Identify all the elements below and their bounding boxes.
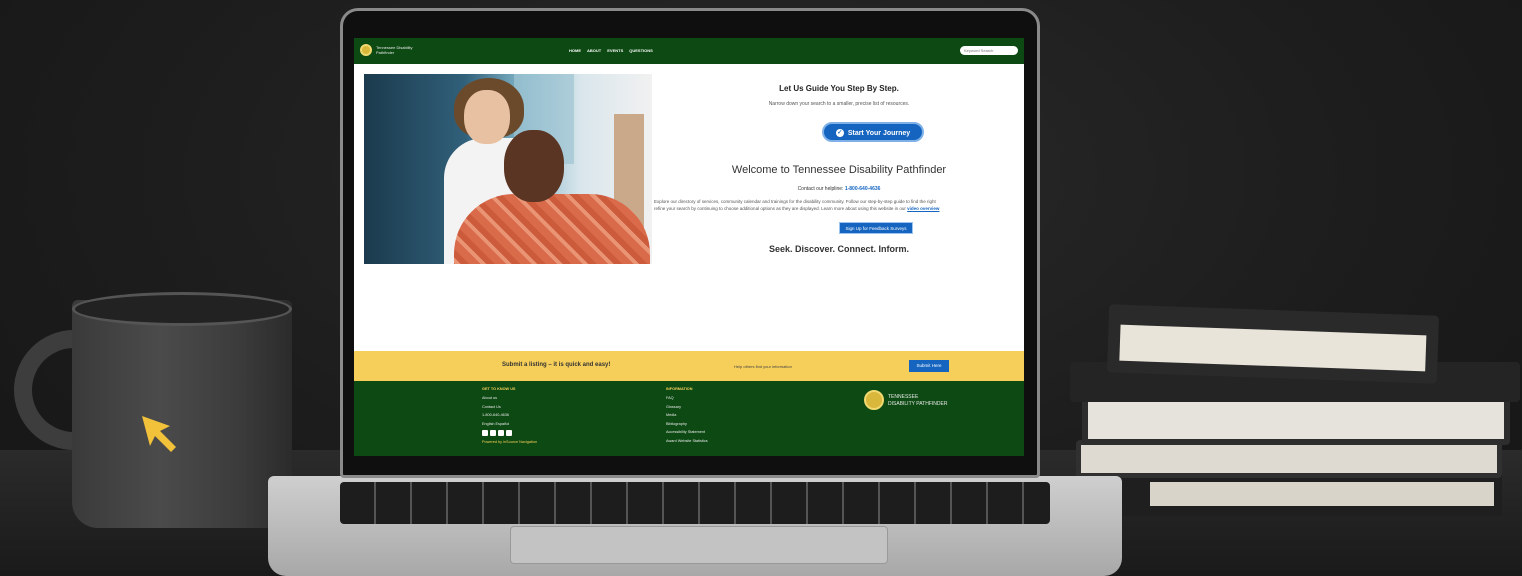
footer-link-contact[interactable]: Contact Us [482,403,537,412]
footer-phone[interactable]: 1-800-640-4636 [482,411,537,420]
laptop-trackpad [510,526,888,564]
book-top [1106,304,1440,384]
footer-logo-text: TENNESSEE DISABILITY PATHFINDER [888,394,947,408]
intro-line-1: Explore our directory of services, commu… [654,199,936,204]
laptop-keyboard [340,482,1050,524]
helpline-number[interactable]: 1-800-640-4636 [845,186,881,192]
submit-listing-band: Submit a listing – it is quick and easy!… [354,351,1024,381]
book-third [1082,395,1510,445]
desk-scene: Tennessee Disability Pathfinder HOME ABO… [0,0,1522,576]
footer-link-media[interactable]: Media [666,411,708,420]
footer-link-accessibility[interactable]: Accessibility Statement [666,428,708,437]
footer-col-info: INFORMATION FAQ Glossary Media Bibliogra… [666,387,708,445]
footer-link-glossary[interactable]: Glossary [666,403,708,412]
footer-link-about-us[interactable]: About us [482,394,537,403]
nav-questions[interactable]: QUESTIONS [629,48,653,53]
check-circle-icon: ✓ [835,129,844,138]
main-nav: HOME ABOUT EVENTS QUESTIONS [569,48,653,53]
submit-listing-help: Help others find your information [734,364,792,369]
footer-logo-line2: DISABILITY PATHFINDER [888,401,948,407]
submit-listing-cta: Submit a listing – it is quick and easy! [502,362,611,368]
coffee-mug [72,300,292,528]
site-logo-text[interactable]: Tennessee Disability Pathfinder [376,45,416,55]
helpline-label: Contact our helpline: [797,186,844,192]
footer-logo-icon [864,390,884,410]
book-fourth [1076,440,1502,478]
facebook-icon[interactable] [482,430,488,436]
start-journey-label: Start Your Journey [847,130,911,137]
book-bottom [1080,472,1502,516]
helpline: Contact our helpline: 1-800-640-4636 [654,186,1024,192]
site-logo-icon[interactable] [360,44,372,56]
footer-heading-about: GET TO KNOW US [482,387,516,391]
intro-line-2: refine your search by continuing to choo… [654,206,906,211]
guide-subtext: Narrow down your search to a smaller, pr… [768,101,910,107]
laptop-screen: Tennessee Disability Pathfinder HOME ABO… [354,38,1024,456]
site-header: Tennessee Disability Pathfinder HOME ABO… [354,38,1024,64]
video-overview-link[interactable]: video overview [907,206,939,211]
social-icons [482,430,537,436]
intro-paragraph: Explore our directory of services, commu… [654,198,1024,212]
footer-language-links[interactable]: English Español [482,420,537,429]
site-footer: GET TO KNOW US About us Contact Us 1-800… [354,381,1024,456]
cursor-arrow-icon [142,416,176,452]
instagram-icon[interactable] [498,430,504,436]
footer-col-about: GET TO KNOW US About us Contact Us 1-800… [482,387,537,447]
start-journey-button[interactable]: ✓ Start Your Journey [822,122,924,142]
footer-logo-line1: TENNESSEE [888,394,919,400]
nav-about[interactable]: ABOUT [587,48,601,53]
tagline: Seek. Discover. Connect. Inform. [768,244,910,254]
mug-rim [72,292,292,326]
nav-home[interactable]: HOME [569,48,581,53]
feedback-surveys-button[interactable]: Sign Up for Feedback Surveys [839,222,913,234]
youtube-icon[interactable] [490,430,496,436]
welcome-heading: Welcome to Tennessee Disability Pathfind… [731,164,947,176]
footer-link-faq[interactable]: FAQ [666,394,708,403]
submit-here-button[interactable]: Submit Here [909,360,949,372]
footer-heading-info: INFORMATION [666,387,693,391]
linkedin-icon[interactable] [506,430,512,436]
footer-link-statistics[interactable]: Award Website Statistics [666,437,708,446]
guide-heading: Let Us Guide You Step By Step. [779,84,899,93]
keyword-search-input[interactable]: Keyword Search [960,46,1018,55]
powered-by-text[interactable]: Powered by inSource Navigation [482,438,537,447]
hero-photo [364,74,652,264]
nav-events[interactable]: EVENTS [607,48,623,53]
footer-link-bibliography[interactable]: Bibliography [666,420,708,429]
